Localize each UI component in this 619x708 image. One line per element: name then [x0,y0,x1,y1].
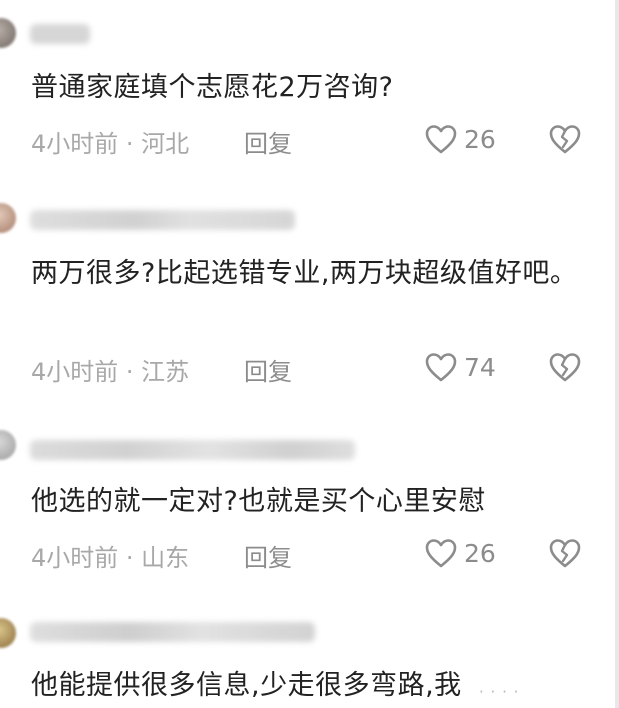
like-button[interactable]: 74 [424,351,496,383]
username-blurred[interactable] [30,210,295,230]
heart-outline-icon [424,123,458,155]
comment-list: 普通家庭填个志愿花2万咨询? 4小时前 · 河北 回复 26 两万很多?比起选错… [0,0,619,708]
broken-heart-icon [548,123,582,155]
reply-button[interactable]: 回复 [244,538,292,573]
avatar[interactable] [0,618,16,648]
comment-text: 普通家庭填个志愿花2万咨询? [31,72,394,103]
dislike-button[interactable] [548,351,582,383]
reply-button[interactable]: 回复 [244,352,292,387]
reply-button[interactable]: 回复 [244,124,292,159]
comment-time-location: 4小时前 · 河北 [31,130,190,158]
scrollbar-track[interactable] [615,0,619,708]
like-count: 26 [464,538,496,568]
avatar[interactable] [0,203,16,233]
comment-text: 他选的就一定对?也就是买个心里安慰 [31,486,486,517]
avatar[interactable] [0,18,16,48]
username-blurred[interactable] [30,24,90,44]
like-count: 74 [464,352,496,382]
avatar[interactable] [0,430,16,460]
broken-heart-icon [548,351,582,383]
heart-outline-icon [424,537,458,569]
username-blurred[interactable] [30,440,355,460]
watermark: · · · · [479,683,520,701]
dislike-button[interactable] [548,123,582,155]
comment-time-location: 4小时前 · 山东 [31,544,190,572]
comment-time-location: 4小时前 · 江苏 [31,358,190,386]
broken-heart-icon [548,537,582,569]
like-button[interactable]: 26 [424,123,496,155]
like-button[interactable]: 26 [424,537,496,569]
like-count: 26 [464,124,496,154]
comment-text: 两万很多?比起选错专业,两万块超级值好吧。 [31,258,578,289]
heart-outline-icon [424,351,458,383]
username-blurred[interactable] [30,622,315,642]
dislike-button[interactable] [548,537,582,569]
comment-text: 他能提供很多信息,少走很多弯路,我 [31,670,462,701]
